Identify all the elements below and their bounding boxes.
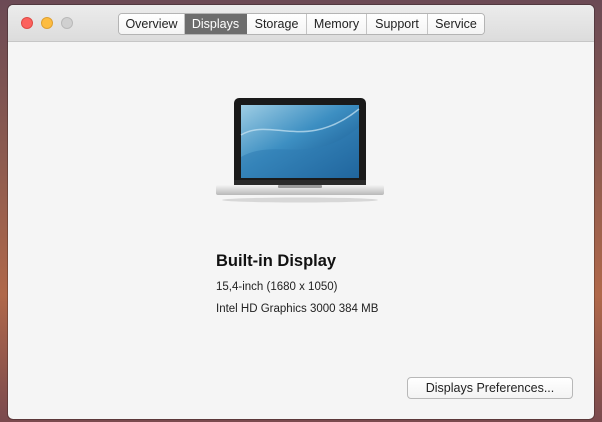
tab-memory[interactable]: Memory <box>307 14 367 34</box>
about-this-mac-window: Overview Displays Storage Memory Support… <box>8 5 594 419</box>
display-name: Built-in Display <box>216 252 337 270</box>
tab-support[interactable]: Support <box>367 14 428 34</box>
tab-storage[interactable]: Storage <box>247 14 307 34</box>
display-size-resolution: 15,4-inch (1680 x 1050) <box>216 281 338 293</box>
tab-overview[interactable]: Overview <box>119 14 185 34</box>
minimize-button[interactable] <box>41 17 53 29</box>
tab-displays[interactable]: Displays <box>185 14 247 34</box>
display-graphics: Intel HD Graphics 3000 384 MB <box>216 303 379 315</box>
macbook-pro-laptop-icon <box>216 98 384 203</box>
tab-bar: Overview Displays Storage Memory Support… <box>118 13 485 35</box>
close-button[interactable] <box>21 17 33 29</box>
zoom-button <box>61 17 73 29</box>
title-bar: Overview Displays Storage Memory Support… <box>8 5 594 42</box>
tab-service[interactable]: Service <box>428 14 484 34</box>
displays-preferences-button[interactable]: Displays Preferences... <box>407 377 573 399</box>
